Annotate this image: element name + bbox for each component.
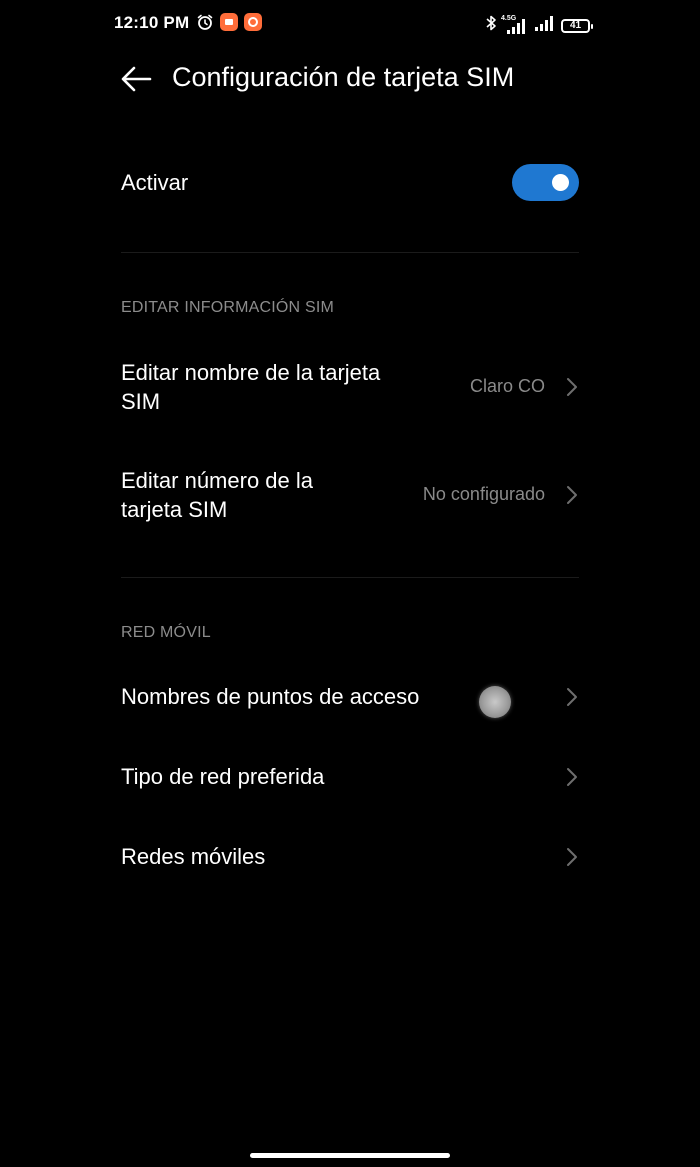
edit-sim-name-label-line2: SIM — [121, 389, 161, 414]
chevron-right-icon — [567, 486, 577, 504]
edit-sim-name-label-line1: Editar nombre de la tarjeta — [121, 360, 381, 385]
chevron-right-icon — [567, 768, 577, 786]
arrow-left-icon — [121, 66, 152, 92]
signal-icon — [533, 14, 555, 37]
back-button[interactable] — [118, 62, 158, 96]
status-bar: 12:10 PM 4.5G 41 — [0, 0, 700, 48]
preferred-network-type-row[interactable]: Tipo de red preferida — [0, 746, 700, 808]
preferred-network-type-label: Tipo de red preferida — [121, 764, 325, 789]
sim-number-value: No configurado — [422, 484, 545, 504]
edit-sim-number-label: Editar número de la tarjeta SIM — [121, 466, 313, 524]
sim-name-value: Claro CO — [469, 376, 545, 396]
edit-sim-name-row[interactable]: Editar nombre de la tarjeta SIM Claro CO — [0, 345, 700, 431]
status-right-icons: 4.5G 41 — [485, 14, 593, 37]
home-indicator[interactable] — [250, 1153, 450, 1158]
app-notification-icon — [244, 13, 262, 31]
chevron-right-icon — [567, 378, 577, 396]
edit-sim-number-label-line1: Editar número de la — [121, 468, 313, 493]
divider — [121, 252, 579, 253]
battery-icon: 41 — [561, 18, 593, 33]
edit-sim-number-row[interactable]: Editar número de la tarjeta SIM No confi… — [0, 453, 700, 539]
activate-toggle[interactable] — [512, 164, 579, 201]
mobile-networks-label: Redes móviles — [121, 844, 266, 869]
app-header: Configuración de tarjeta SIM — [0, 50, 700, 110]
status-time: 12:10 PM — [114, 13, 190, 32]
bluetooth-icon — [485, 14, 497, 37]
activate-label: Activar — [121, 170, 189, 195]
chevron-right-icon — [567, 688, 577, 706]
page-title: Configuración de tarjeta SIM — [172, 62, 515, 92]
chevron-right-icon — [567, 848, 577, 866]
section-header-sim-info: EDITAR INFORMACIÓN SIM — [121, 299, 334, 316]
toggle-knob — [552, 174, 569, 191]
status-left-icons — [196, 13, 262, 31]
edit-sim-number-label-line2: tarjeta SIM — [121, 497, 228, 522]
app-notification-icon — [220, 13, 238, 31]
divider — [121, 577, 579, 578]
edit-sim-name-label: Editar nombre de la tarjeta SIM — [121, 358, 380, 416]
sim-settings-screen: 12:10 PM 4.5G 41 Configuración de tarjet… — [0, 0, 700, 1167]
mobile-networks-row[interactable]: Redes móviles — [0, 826, 700, 888]
activate-row[interactable]: Activar — [0, 150, 700, 216]
alarm-icon — [196, 13, 214, 31]
access-point-names-label: Nombres de puntos de acceso — [121, 684, 420, 709]
battery-level: 41 — [569, 19, 582, 31]
access-point-names-row[interactable]: Nombres de puntos de acceso — [0, 666, 700, 728]
section-header-mobile-network: RED MÓVIL — [121, 624, 211, 641]
touch-indicator — [479, 686, 511, 718]
signal-icon: 4.5G — [501, 15, 527, 35]
